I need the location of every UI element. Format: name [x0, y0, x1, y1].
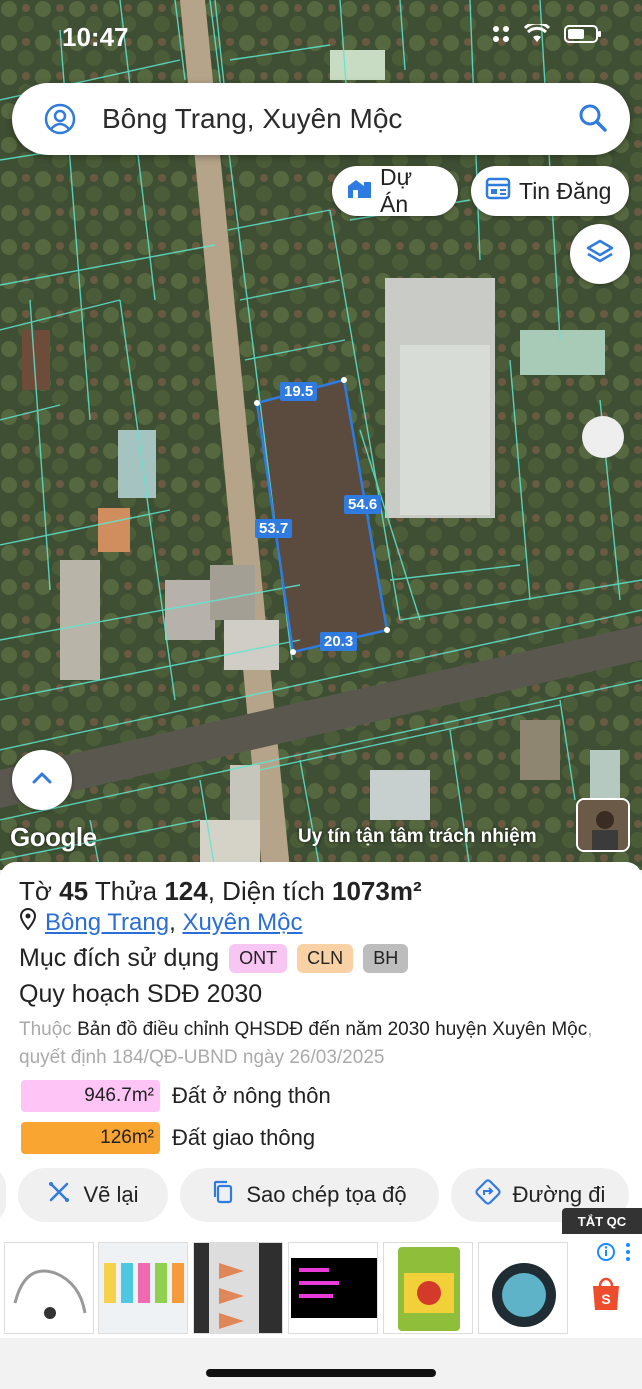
calendar-icon [485, 176, 511, 206]
redraw-button[interactable]: Vẽ lại [18, 1168, 168, 1222]
building-icon [346, 176, 372, 206]
commune-link[interactable]: Bông Trang [45, 909, 169, 936]
area-label: Diện tích [222, 876, 325, 906]
tin-dang-button[interactable]: Tin Đăng [471, 166, 629, 216]
home-indicator [206, 1369, 436, 1377]
ad-product-feeders[interactable] [98, 1242, 188, 1334]
badge-bh[interactable]: BH [363, 944, 409, 973]
status-time: 10:47 [62, 22, 129, 52]
svg-text:S: S [601, 1291, 610, 1307]
more-options-icon[interactable] [624, 1242, 632, 1267]
parcel-title: Tờ 45 Thửa 124, Diện tích 1073m² [19, 876, 422, 906]
dimension-left: 53.7 [255, 519, 293, 538]
land-use-area: 946.7m² [21, 1080, 160, 1112]
ruler-icon [47, 1180, 71, 1210]
area-value: 1073m² [332, 876, 422, 906]
directions-icon [475, 1179, 501, 1211]
google-logo: Google [10, 822, 97, 852]
slogan-text: Uy tín tận tâm trách nhiệm [298, 826, 537, 847]
land-use-area: 126m² [21, 1122, 160, 1154]
du-an-button[interactable]: Dự Án [332, 164, 458, 217]
dimension-top: 19.5 [280, 382, 318, 401]
land-use-row: 126m² Đất giao thông [21, 1122, 315, 1154]
ad-product-tube[interactable] [4, 1242, 94, 1334]
to-value: 45 [59, 876, 89, 906]
layers-icon [585, 237, 615, 272]
parcel-info-panel: Tờ 45 Thửa 124, Diện tích 1073m² Bông Tr… [0, 862, 642, 1234]
ad-product-fertilizer[interactable] [383, 1242, 473, 1334]
land-use-label: Đất giao thông [172, 1125, 316, 1150]
layers-button[interactable] [570, 224, 630, 284]
land-purpose-row: Mục đích sử dụng ONT CLN BH [19, 944, 409, 973]
action-bar: Vẽ lại Sao chép tọa độ Đường đi [0, 1168, 642, 1224]
dimension-bottom: 20.3 [320, 632, 358, 651]
to-label: Tờ [19, 876, 52, 906]
floating-handle[interactable] [582, 416, 624, 458]
location-separator: , [169, 908, 176, 936]
directions-label: Đường đi [512, 1182, 606, 1207]
land-use-label: Đất ở nông thôn [172, 1083, 331, 1108]
location-pin-icon [19, 908, 37, 937]
purpose-label: Mục đích sử dụng [19, 944, 220, 972]
close-ad-button[interactable]: TẮT QC [562, 1208, 642, 1234]
copy-icon [212, 1180, 234, 1210]
ad-product-led[interactable] [288, 1242, 378, 1334]
user-icon[interactable] [44, 103, 76, 140]
copy-label: Sao chép tọa độ [246, 1182, 407, 1207]
ad-banner[interactable]: TẮT QC S [0, 1208, 642, 1338]
expand-up-button[interactable] [12, 750, 72, 810]
ad-product-filter[interactable] [478, 1242, 568, 1334]
status-bar: 10:47 [0, 18, 642, 58]
wifi-icon [523, 21, 551, 49]
shopee-icon[interactable]: S [590, 1276, 622, 1317]
badge-cln[interactable]: CLN [297, 944, 354, 973]
search-query[interactable]: Bông Trang, Xuyên Mộc [102, 103, 402, 135]
hidden-action-button[interactable] [0, 1168, 6, 1222]
desc-main: Bản đồ điều chỉnh QHSDĐ đến năm 2030 huy… [77, 1019, 588, 1040]
search-bar[interactable]: Bông Trang, Xuyên Mộc [12, 83, 630, 155]
dimension-right: 54.6 [344, 495, 382, 514]
tin-dang-label: Tin Đăng [519, 177, 612, 204]
chevron-up-icon [31, 771, 53, 790]
plan-title: Quy hoạch SDĐ 2030 [19, 980, 263, 1008]
copy-coordinates-button[interactable]: Sao chép tọa độ [180, 1168, 439, 1222]
du-an-label: Dự Án [380, 164, 413, 217]
ad-product-hooks[interactable] [193, 1242, 283, 1334]
parcel-location: Bông Trang, Xuyên Mộc [19, 908, 303, 937]
agent-avatar[interactable] [576, 798, 630, 852]
focus-icon [492, 25, 510, 48]
battery-icon [564, 24, 602, 49]
land-use-row: 946.7m² Đất ở nông thôn [21, 1080, 331, 1112]
desc-prefix: Thuộc [19, 1019, 72, 1040]
search-icon[interactable] [578, 103, 608, 138]
plan-description: Thuộc Bản đồ điều chỉnh QHSDĐ đến năm 20… [19, 1016, 619, 1072]
district-link[interactable]: Xuyên Mộc [182, 909, 302, 936]
redraw-label: Vẽ lại [83, 1182, 139, 1207]
map-view[interactable]: 19.5 54.6 53.7 20.3 10:47 Bông Trang, Xu… [0, 0, 642, 870]
info-icon[interactable] [596, 1242, 616, 1267]
thua-label: Thửa [94, 876, 158, 906]
badge-ont[interactable]: ONT [229, 944, 288, 973]
thua-value: 124 [164, 876, 208, 906]
